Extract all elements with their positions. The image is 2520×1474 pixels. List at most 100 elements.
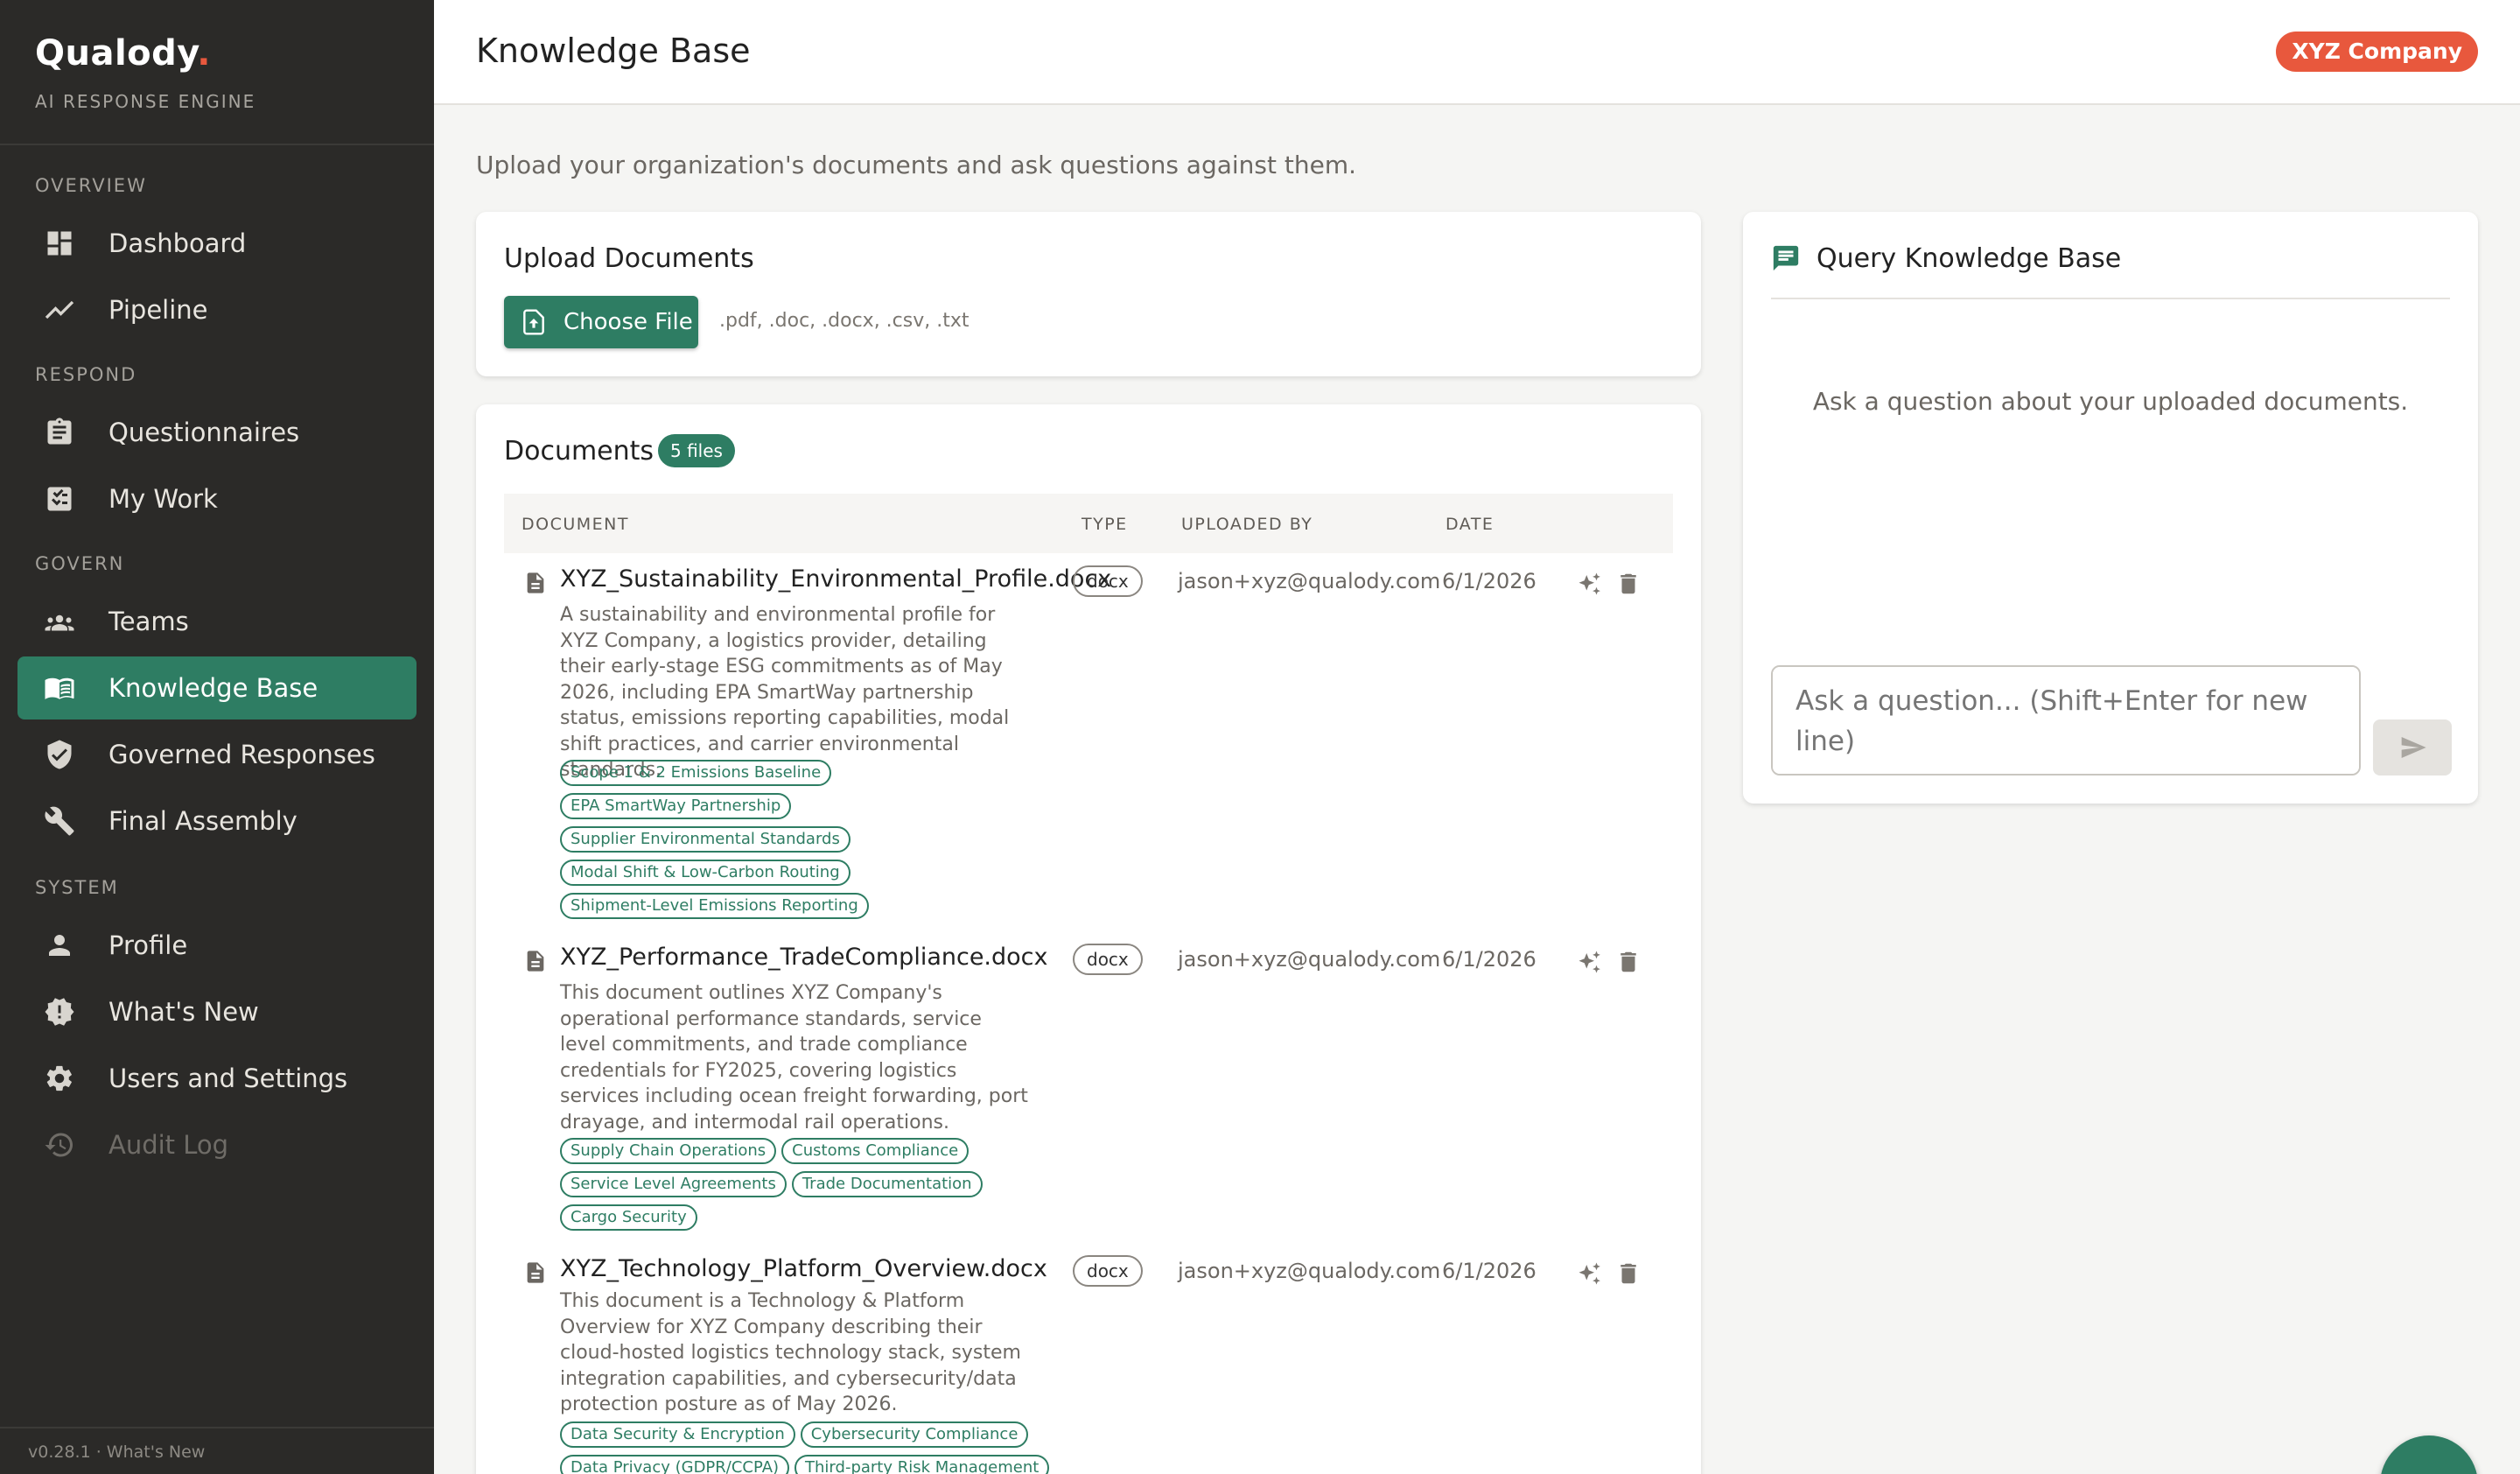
sidebar-item-label: Dashboard xyxy=(108,228,247,258)
uploaded-by: jason+xyz@qualody.com xyxy=(1178,569,1441,593)
brand: Qualody. AI RESPONSE ENGINE xyxy=(35,33,256,112)
document-icon xyxy=(527,572,544,593)
group-icon xyxy=(45,614,74,631)
book-icon xyxy=(45,677,74,699)
upload-title: Upload Documents xyxy=(504,243,754,274)
trash-icon[interactable] xyxy=(1615,949,1642,975)
topic-tag: Cargo Security xyxy=(560,1204,697,1231)
sidebar-item-knowledge-base[interactable]: Knowledge Base xyxy=(18,656,416,719)
query-divider xyxy=(1771,298,2450,299)
upload-date: 6/1/2026 xyxy=(1442,569,1536,593)
documents-title: Documents xyxy=(504,436,654,467)
sidebar-item-profile[interactable]: Profile xyxy=(18,914,416,977)
choose-file-button[interactable]: Choose File xyxy=(504,296,698,348)
page-subtitle: Upload your organization's documents and… xyxy=(476,151,1357,179)
type-badge: docx xyxy=(1073,565,1143,597)
upload-documents-card: Upload Documents Choose File .pdf, .doc,… xyxy=(476,212,1701,376)
sidebar-item-label: Final Assembly xyxy=(108,806,298,836)
shield-check-icon xyxy=(47,740,72,769)
table-row[interactable]: XYZ_Performance_TradeCompliance.docx Thi… xyxy=(504,944,1673,1250)
sidebar-item-label: Audit Log xyxy=(108,1130,229,1160)
version-label[interactable]: v0.28.1 · What's New xyxy=(28,1442,205,1462)
topic-tag: Shipment-Level Emissions Reporting xyxy=(560,893,869,919)
sidebar-item-label: Pipeline xyxy=(108,295,208,325)
send-icon xyxy=(2401,737,2426,758)
sidebar-item-label: Knowledge Base xyxy=(108,673,318,703)
query-knowledge-base-card: Query Knowledge Base Ask a question abou… xyxy=(1743,212,2478,804)
topic-tag: Supply Chain Operations xyxy=(560,1138,777,1164)
section-system: SYSTEM xyxy=(35,877,119,898)
document-name[interactable]: XYZ_Sustainability_Environmental_Profile… xyxy=(560,565,1111,593)
document-tags: Scope 1 & 2 Emissions Baseline EPA Smart… xyxy=(560,760,1050,919)
upload-date: 6/1/2026 xyxy=(1442,1259,1536,1283)
type-badge: docx xyxy=(1073,1255,1143,1287)
sidebar-item-governed-responses[interactable]: Governed Responses xyxy=(18,723,416,786)
document-name[interactable]: XYZ_Performance_TradeCompliance.docx xyxy=(560,944,1048,971)
accepted-file-types: .pdf, .doc, .docx, .csv, .txt xyxy=(719,310,970,332)
upload-file-icon xyxy=(523,309,544,335)
document-description: A sustainability and environmental profi… xyxy=(560,604,1010,781)
topic-tag: Service Level Agreements xyxy=(560,1171,787,1197)
sidebar-item-my-work[interactable]: My Work xyxy=(18,467,416,530)
new-badge-icon xyxy=(45,998,74,1026)
trash-icon[interactable] xyxy=(1615,1260,1642,1287)
brand-logo[interactable]: Qualody. xyxy=(35,33,256,74)
person-icon xyxy=(49,935,70,956)
sidebar-item-dashboard[interactable]: Dashboard xyxy=(18,212,416,275)
section-respond: RESPOND xyxy=(35,364,137,385)
sparkle-icon[interactable] xyxy=(1577,1260,1603,1287)
sidebar-item-audit-log[interactable]: Audit Log xyxy=(18,1113,416,1176)
sidebar-item-final-assembly[interactable]: Final Assembly xyxy=(18,790,416,853)
history-icon xyxy=(45,1133,73,1157)
wrench-icon xyxy=(45,806,74,836)
sidebar-item-questionnaires[interactable]: Questionnaires xyxy=(18,401,416,464)
table-row[interactable]: XYZ_Sustainability_Environmental_Profile… xyxy=(504,565,1673,933)
uploaded-by: jason+xyz@qualody.com xyxy=(1178,947,1441,972)
document-icon xyxy=(527,1262,544,1283)
topic-tag: Third-party Risk Management xyxy=(794,1455,1050,1474)
column-uploaded-by: UPLOADED BY xyxy=(1181,515,1313,534)
uploaded-by: jason+xyz@qualody.com xyxy=(1178,1259,1441,1283)
checklist-icon xyxy=(47,487,72,511)
brand-subtitle: AI RESPONSE ENGINE xyxy=(35,91,256,112)
send-button[interactable] xyxy=(2373,719,2452,776)
topic-tag: Customs Compliance xyxy=(781,1138,970,1164)
topic-tag: Scope 1 & 2 Emissions Baseline xyxy=(560,760,832,786)
sidebar-item-whats-new[interactable]: What's New xyxy=(18,980,416,1043)
sidebar-item-label: Users and Settings xyxy=(108,1063,348,1093)
sidebar-item-label: My Work xyxy=(108,484,218,514)
query-title: Query Knowledge Base xyxy=(1816,243,2122,274)
topic-tag: Data Security & Encryption xyxy=(560,1421,795,1448)
topic-tag: Supplier Environmental Standards xyxy=(560,826,850,853)
document-name[interactable]: XYZ_Technology_Platform_Overview.docx xyxy=(560,1255,1047,1282)
column-document: DOCUMENT xyxy=(522,515,629,534)
brand-dot: . xyxy=(197,33,211,74)
column-date: DATE xyxy=(1446,515,1494,534)
sidebar-item-users-and-settings[interactable]: Users and Settings xyxy=(18,1047,416,1110)
table-row[interactable]: XYZ_Technology_Platform_Overview.docx Th… xyxy=(504,1255,1673,1474)
sparkle-icon[interactable] xyxy=(1577,949,1603,975)
clipboard-icon xyxy=(47,418,72,445)
document-icon xyxy=(527,951,544,972)
topic-tag: Modal Shift & Low-Carbon Routing xyxy=(560,860,850,886)
sidebar-item-label: Teams xyxy=(108,607,189,636)
sidebar-divider xyxy=(0,144,434,145)
sparkle-icon[interactable] xyxy=(1577,571,1603,597)
sidebar-item-label: Questionnaires xyxy=(108,418,300,447)
floating-action-button[interactable] xyxy=(2380,1435,2478,1474)
file-count-badge: 5 files xyxy=(658,434,735,467)
topic-tag: EPA SmartWay Partnership xyxy=(560,793,792,819)
company-badge[interactable]: XYZ Company xyxy=(2276,32,2478,72)
sidebar: Qualody. AI RESPONSE ENGINE OVERVIEW Das… xyxy=(0,0,434,1474)
document-tags: Data Security & Encryption Cybersecurity… xyxy=(560,1421,1050,1474)
section-govern: GOVERN xyxy=(35,553,125,574)
documents-table-header: DOCUMENT TYPE UPLOADED BY DATE xyxy=(504,494,1673,553)
dashboard-icon xyxy=(47,231,72,256)
trash-icon[interactable] xyxy=(1615,571,1642,597)
sidebar-item-teams[interactable]: Teams xyxy=(18,590,416,653)
topic-tag: Trade Documentation xyxy=(791,1171,983,1197)
page-title: Knowledge Base xyxy=(476,32,751,70)
sidebar-item-pipeline[interactable]: Pipeline xyxy=(18,278,416,341)
upload-date: 6/1/2026 xyxy=(1442,947,1536,972)
question-input[interactable] xyxy=(1771,665,2361,776)
